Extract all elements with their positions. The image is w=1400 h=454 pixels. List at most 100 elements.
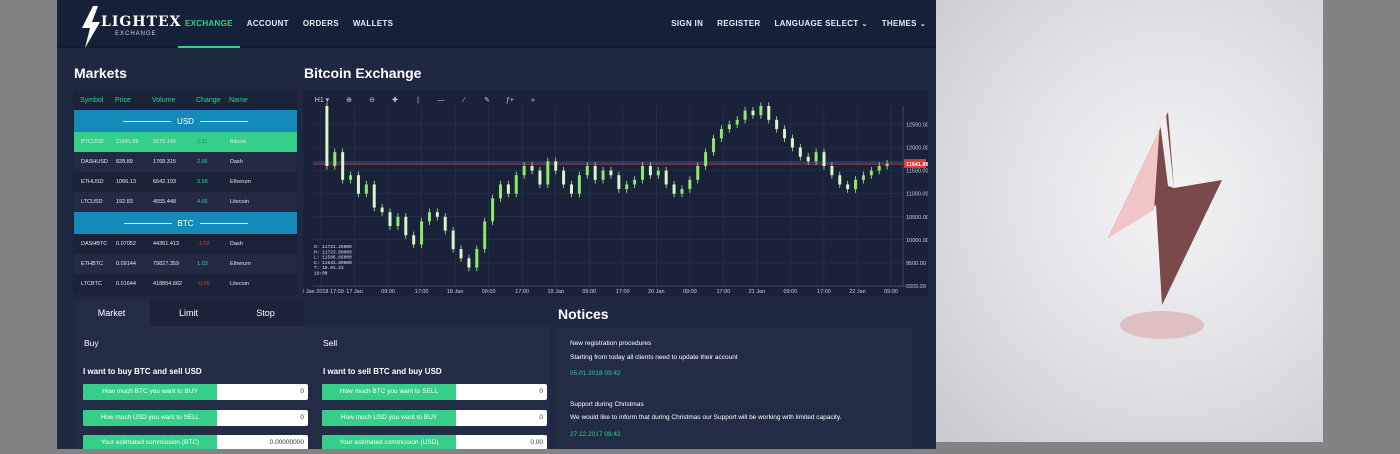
market-volume: 418854.662 (153, 281, 183, 287)
nav-register[interactable]: REGISTER (710, 0, 767, 48)
sell-usd-input[interactable]: 0 (463, 410, 543, 426)
candlestick-chart[interactable]: 12500.00 12000.00 11500.00 11000.00 10500.00… (303, 90, 928, 296)
chart-title: Bitcoin Exchange (304, 65, 422, 81)
buy-subtitle: I want to buy BTC and sell USD (83, 367, 202, 376)
price-tag-label: 11641.88 (906, 162, 928, 168)
chevron-down-icon: ⌄ (919, 21, 926, 28)
logo[interactable]: LIGHTEX EXCHANGE (79, 6, 181, 48)
fibonacci-icon[interactable]: ✎ (482, 96, 492, 104)
market-row[interactable]: DASHBTC 0.07052 44361.413 -1.02 Dash (74, 234, 297, 254)
zoom-in-icon[interactable]: ⊕ (344, 96, 354, 104)
nav-sign-in[interactable]: SIGN IN (664, 0, 710, 48)
ohlc-readout: C: 11641.80000 (314, 260, 352, 266)
tab-limit[interactable]: Limit (150, 301, 227, 326)
candle-body (577, 175, 581, 194)
nav-wallets[interactable]: WALLETS (346, 0, 400, 48)
market-group-header[interactable]: USD (74, 110, 297, 132)
ohlc-readout: H: 11723.00000 (314, 249, 352, 255)
notice-title[interactable]: Support during Christmas (570, 401, 644, 408)
candle-body (727, 124, 731, 130)
market-row[interactable]: DASHUSD 828.89 1768.315 2.86 Dash (74, 152, 297, 172)
buy-btc-label: How much BTC you want to BUY (83, 384, 217, 400)
buy-btc-field[interactable]: How much BTC you want to BUY 0 (83, 384, 308, 400)
market-symbol: ETHUSD (81, 179, 104, 185)
markets-header: Symbol Price Volume Change Name (73, 90, 298, 110)
market-symbol: DASHBTC (81, 241, 108, 247)
crosshair-icon[interactable]: ✚ (390, 96, 400, 104)
sell-usd-field[interactable]: How much USD you want to BUY 0 (322, 410, 547, 426)
candle-body (641, 166, 645, 180)
market-name: Etherum (230, 261, 251, 267)
buy-usd-input[interactable]: 0 (224, 410, 304, 426)
market-name: Bitcoin (230, 139, 247, 145)
market-volume: 9275.149 (153, 139, 176, 145)
tab-market[interactable]: Market (73, 301, 150, 326)
group-label: BTC (177, 218, 194, 228)
buy-title: Buy (84, 338, 99, 348)
divider (199, 222, 248, 224)
candle-body (806, 156, 810, 162)
top-navbar: LIGHTEX EXCHANGE EXCHANGE ACCOUNT ORDERS… (57, 0, 936, 48)
nav-language-select[interactable]: LANGUAGE SELECT ⌄ (767, 0, 874, 48)
market-group-header[interactable]: BTC (74, 212, 297, 234)
nav-exchange[interactable]: EXCHANGE (178, 0, 240, 48)
nav-orders[interactable]: ORDERS (296, 0, 346, 48)
market-row[interactable]: LTCBTC 0.01644 418854.662 -0.06 Litecoin (74, 274, 297, 294)
notices-panel: New registration procedures Starting fro… (557, 327, 913, 449)
notice-date: 05.01.2018 09:42 (570, 370, 621, 377)
nav-account[interactable]: ACCOUNT (240, 0, 296, 48)
candle-body (483, 221, 487, 250)
buy-commission-field: Your estimated commission (BTC) 0.000000… (83, 435, 308, 449)
x-tick-label: 09:00 (784, 289, 798, 295)
nav-themes[interactable]: THEMES ⌄ (875, 0, 933, 48)
market-name: Etherum (230, 179, 251, 185)
sell-btc-field[interactable]: How much BTC you want to SELL 0 (322, 384, 547, 400)
price-chart: 12500.00 12000.00 11500.00 11000.00 10500.00… (303, 90, 928, 296)
candle-body (341, 152, 345, 180)
col-symbol[interactable]: Symbol (80, 97, 115, 104)
y-tick-label: 10000.00 (906, 238, 928, 244)
buy-usd-field[interactable]: How much USD you want to SELL 0 (83, 410, 308, 426)
interval-select[interactable]: H1 ▾ (313, 96, 331, 104)
trade-panel: Market Limit Stop Buy I want to buy BTC … (73, 301, 550, 449)
market-symbol: LTCBTC (81, 281, 102, 287)
divider (199, 120, 248, 122)
market-change: -0.06 (197, 281, 210, 287)
add-indicator-icon[interactable]: ƒ+ (505, 97, 515, 104)
x-tick-label: 09:00 (381, 289, 395, 295)
sell-btc-input[interactable]: 0 (463, 384, 543, 400)
order-type-tabs: Market Limit Stop (73, 301, 550, 326)
candle-body (364, 184, 368, 194)
candle-body (704, 152, 708, 166)
col-name[interactable]: Name (229, 97, 269, 104)
chart-toolbar: H1 ▾ ⊕ ⊖ ✚ | — ∕ ✎ ƒ+ » (303, 90, 928, 110)
user-nav: SIGN IN REGISTER LANGUAGE SELECT ⌄ THEMES… (664, 0, 933, 48)
market-row[interactable]: ETHBTC 0.09144 79827.359 1.03 Etherum (74, 254, 297, 274)
col-price[interactable]: Price (115, 97, 152, 104)
market-symbol: DASHUSD (81, 159, 108, 165)
notices-title: Notices (558, 306, 609, 322)
col-change[interactable]: Change (196, 97, 229, 104)
sell-commission-label: Your estimated commission (USD) (322, 435, 456, 449)
market-row[interactable]: ETHUSD 1066.13 6642.193 3.68 Etherum (74, 172, 297, 192)
fast-forward-icon[interactable]: » (528, 97, 538, 104)
buy-btc-input[interactable]: 0 (224, 384, 304, 400)
candle-body (491, 198, 495, 222)
notice-title[interactable]: New registration procedures (570, 340, 651, 347)
market-symbol: LTCUSD (81, 199, 103, 205)
market-price: 11641.88 (116, 139, 139, 145)
market-row[interactable]: BTCUSD 11641.88 9275.149 1.11 Bitcoin (74, 132, 297, 152)
ohlc-readout: T: 18.01.22 (314, 265, 344, 271)
market-row[interactable]: LTCUSD 192.83 4555.448 4.66 Litecoin (74, 192, 297, 212)
x-tick-label: 09:00 (582, 289, 596, 295)
tab-stop[interactable]: Stop (227, 301, 304, 326)
candle-body (380, 207, 384, 213)
col-volume[interactable]: Volume (152, 97, 196, 104)
vertical-line-icon[interactable]: | (413, 97, 423, 104)
trend-line-icon[interactable]: ∕ (459, 97, 469, 104)
horizontal-line-icon[interactable]: — (436, 97, 446, 104)
y-tick-label: 12500.00 (906, 122, 928, 128)
market-change: 3.68 (197, 179, 208, 185)
candle-body (672, 184, 676, 194)
zoom-out-icon[interactable]: ⊖ (367, 96, 377, 104)
